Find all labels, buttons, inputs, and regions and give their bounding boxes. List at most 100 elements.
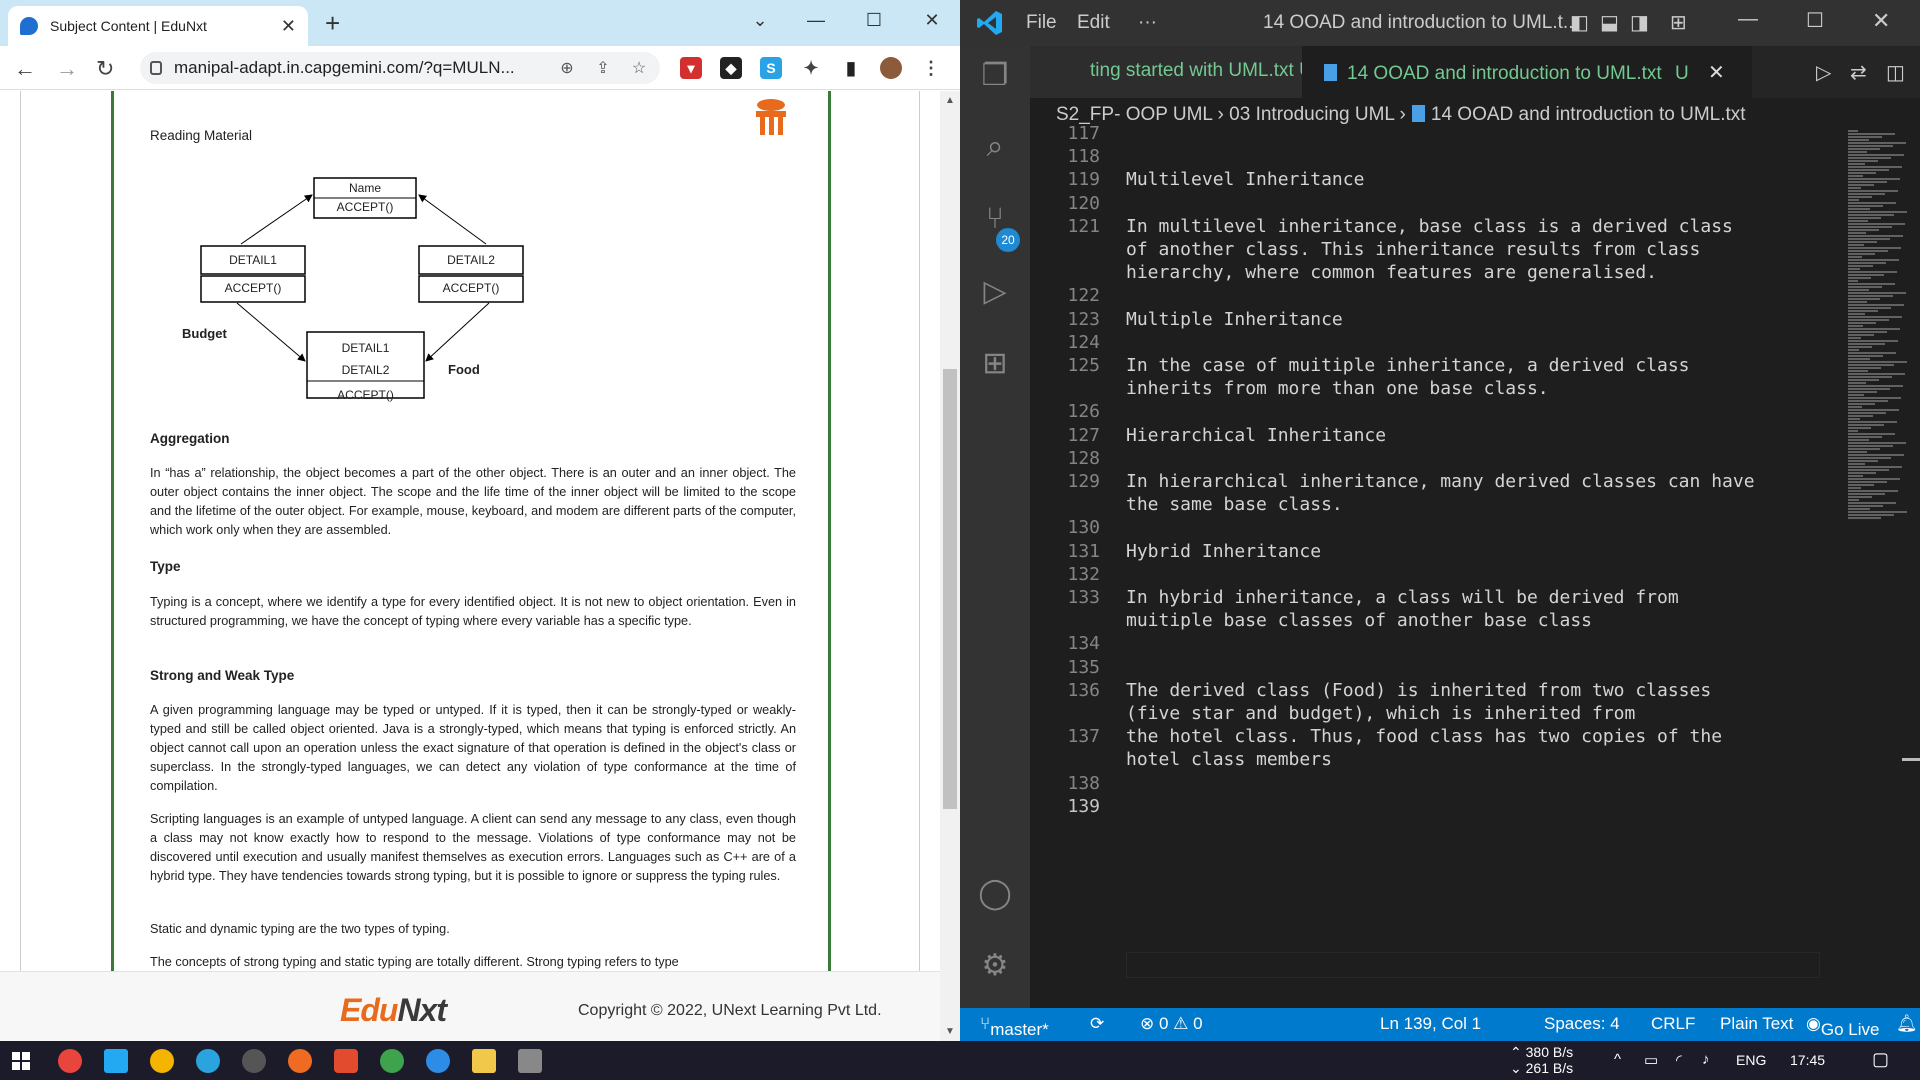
chrome-profile-taskbar-icon[interactable] [150, 1049, 174, 1073]
code-line[interactable]: Multiple Inheritance [1126, 309, 1826, 330]
tab-close-icon[interactable]: ✕ [1708, 62, 1725, 84]
minimap-line [1848, 286, 1882, 288]
extensions-puzzle-icon[interactable]: ✦ [800, 57, 822, 79]
address-bar[interactable]: manipal-adapt.in.capgemini.com/?q=MULN..… [140, 52, 660, 84]
language-indicator[interactable]: ENG [1736, 1052, 1766, 1068]
breadcrumb-path[interactable]: S2_FP- OOP UML › 03 Introducing UML › [1056, 104, 1406, 125]
volume-icon[interactable]: ♪ [1702, 1051, 1710, 1068]
code-line[interactable]: In multilevel inheritance, base class is… [1126, 216, 1826, 237]
code-line[interactable]: In hierarchical inheritance, many derive… [1126, 471, 1826, 492]
code-line[interactable]: the same base class. [1126, 494, 1826, 515]
close-button[interactable]: ✕ [904, 0, 960, 40]
vs-minimize-button[interactable]: — [1738, 8, 1758, 31]
menu-file[interactable]: File [1026, 12, 1057, 34]
scroll-up-icon[interactable]: ▲ [945, 95, 955, 106]
indentation[interactable]: Spaces: 4 [1544, 1014, 1620, 1034]
chrome-menu-icon[interactable]: ⋮ [920, 57, 942, 79]
green-app-taskbar-icon[interactable] [380, 1049, 404, 1073]
code-line[interactable]: In the case of muitiple inheritance, a d… [1126, 355, 1826, 376]
breadcrumb[interactable]: S2_FP- OOP UML › 03 Introducing UML › 14 … [1056, 104, 1746, 126]
toggle-primary-sidebar-icon[interactable]: ◧ [1570, 10, 1589, 35]
compare-icon[interactable]: ⇄ [1850, 60, 1867, 85]
sync-icon[interactable]: ⟳ [1090, 1014, 1104, 1034]
back-icon[interactable]: ← [14, 56, 36, 82]
browser-tab[interactable]: Subject Content | EduNxt ✕ [8, 6, 308, 46]
clock[interactable]: 17:45 [1790, 1052, 1825, 1068]
share-icon[interactable]: ⇪ [592, 58, 614, 78]
toggle-secondary-sidebar-icon[interactable]: ◨ [1630, 10, 1649, 35]
branch-status[interactable]: ⑂ master* [980, 1014, 1049, 1039]
code-line[interactable]: In hybrid inheritance, a class will be d… [1126, 587, 1826, 608]
settings-taskbar-icon[interactable] [518, 1049, 542, 1073]
vs-maximize-button[interactable]: ☐ [1806, 8, 1824, 33]
code-editor[interactable]: 117 118 119 Multilevel Inheritance 120 121 In … [1030, 123, 1920, 1010]
new-tab-button[interactable]: + [325, 8, 340, 39]
code-line[interactable]: the hotel class. Thus, food class has tw… [1126, 726, 1826, 747]
run-debug-icon[interactable]: ▷ [976, 274, 1014, 312]
tab-close-icon[interactable]: ✕ [281, 16, 296, 37]
minimap-line [1848, 301, 1867, 303]
customize-layout-icon[interactable]: ⊞ [1670, 10, 1687, 35]
reload-icon[interactable]: ↻ [96, 56, 114, 82]
menu-edit[interactable]: Edit [1077, 12, 1110, 34]
extension-cat-icon[interactable]: ◆ [720, 57, 742, 79]
p-app-taskbar-icon[interactable] [334, 1049, 358, 1073]
code-line[interactable]: (five star and budget), which is inherit… [1126, 703, 1826, 724]
toggle-panel-icon[interactable]: ⬓ [1600, 10, 1619, 35]
editor-scrollbar[interactable] [1902, 130, 1920, 1008]
run-icon[interactable]: ▷ [1816, 60, 1831, 85]
accounts-icon[interactable]: ◯ [976, 876, 1014, 914]
telegram-taskbar-icon[interactable] [196, 1049, 220, 1073]
go-live-button[interactable]: ◉ Go Live [1806, 1014, 1879, 1039]
code-line[interactable]: Multilevel Inheritance [1126, 169, 1826, 190]
chrome-taskbar-icon[interactable] [58, 1049, 82, 1073]
line-ending[interactable]: CRLF [1651, 1014, 1695, 1034]
code-line[interactable]: hotel class members [1126, 749, 1826, 770]
problems-status[interactable]: ⊗ 0 ⚠ 0 [1140, 1014, 1203, 1034]
zoom-icon[interactable]: ⊕ [556, 58, 578, 78]
maximize-button[interactable]: ☐ [846, 0, 902, 40]
line-number: 119 [1067, 169, 1100, 191]
extensions-icon[interactable]: ⊞ [976, 346, 1014, 384]
code-line[interactable]: The derived class (Food) is inherited fr… [1126, 680, 1826, 701]
side-panel-icon[interactable]: ▮ [840, 57, 862, 79]
page-scrollbar[interactable]: ▲ ▼ [940, 91, 960, 1041]
code-line[interactable]: Hybrid Inheritance [1126, 541, 1826, 562]
code-line[interactable]: of another class. This inheritance resul… [1126, 239, 1826, 260]
file-explorer-taskbar-icon[interactable] [472, 1049, 496, 1073]
postman-taskbar-icon[interactable] [288, 1049, 312, 1073]
wifi-icon[interactable]: ◜ [1676, 1051, 1682, 1069]
forward-icon[interactable]: → [56, 56, 78, 82]
split-editor-icon[interactable]: ◫ [1886, 60, 1905, 85]
vscode-taskbar-icon[interactable] [104, 1049, 128, 1073]
app-taskbar-icon[interactable] [242, 1049, 266, 1073]
scroll-down-icon[interactable]: ▼ [945, 1026, 955, 1037]
profile-avatar[interactable] [880, 57, 902, 79]
code-line[interactable]: inherits from more than one base class. [1126, 378, 1826, 399]
code-line[interactable]: Hierarchical Inheritance [1126, 425, 1826, 446]
code-line[interactable]: hierarchy, where common features are gen… [1126, 262, 1826, 283]
tab-active-file[interactable]: 14 OOAD and introduction to UML.txt U ✕ [1302, 46, 1752, 98]
windows-start-icon[interactable] [12, 1052, 30, 1070]
language-mode[interactable]: Plain Text [1720, 1014, 1793, 1034]
search-icon[interactable]: ⌕ [976, 130, 1014, 168]
blue-app-taskbar-icon[interactable] [426, 1049, 450, 1073]
bookmark-star-icon[interactable]: ☆ [628, 58, 650, 78]
menu-more[interactable]: ··· [1138, 12, 1157, 34]
vs-close-button[interactable]: ✕ [1872, 8, 1890, 34]
extension-shield-icon[interactable]: ▾ [680, 57, 702, 79]
scrollbar-thumb[interactable] [943, 369, 957, 809]
notification-center-icon[interactable]: ▢ [1872, 1049, 1889, 1070]
minimize-button[interactable]: — [788, 0, 844, 40]
breadcrumb-file[interactable]: 14 OOAD and introduction to UML.txt [1431, 104, 1746, 125]
extension-s-icon[interactable]: S [760, 57, 782, 79]
manage-gear-icon[interactable]: ⚙ [976, 948, 1014, 986]
tray-chevron-icon[interactable]: ^ [1614, 1051, 1621, 1068]
explorer-icon[interactable]: ❐ [976, 58, 1014, 96]
tab-getting-started[interactable]: ting started with UML.txt U [1030, 46, 1302, 98]
notifications-icon[interactable]: 🔔︎ [1896, 1014, 1918, 1034]
battery-icon[interactable]: ▭ [1644, 1051, 1658, 1069]
tab-search-icon[interactable]: ⌄ [732, 0, 788, 40]
cursor-position[interactable]: Ln 139, Col 1 [1380, 1014, 1481, 1034]
code-line[interactable]: muitiple base classes of another base cl… [1126, 610, 1826, 631]
